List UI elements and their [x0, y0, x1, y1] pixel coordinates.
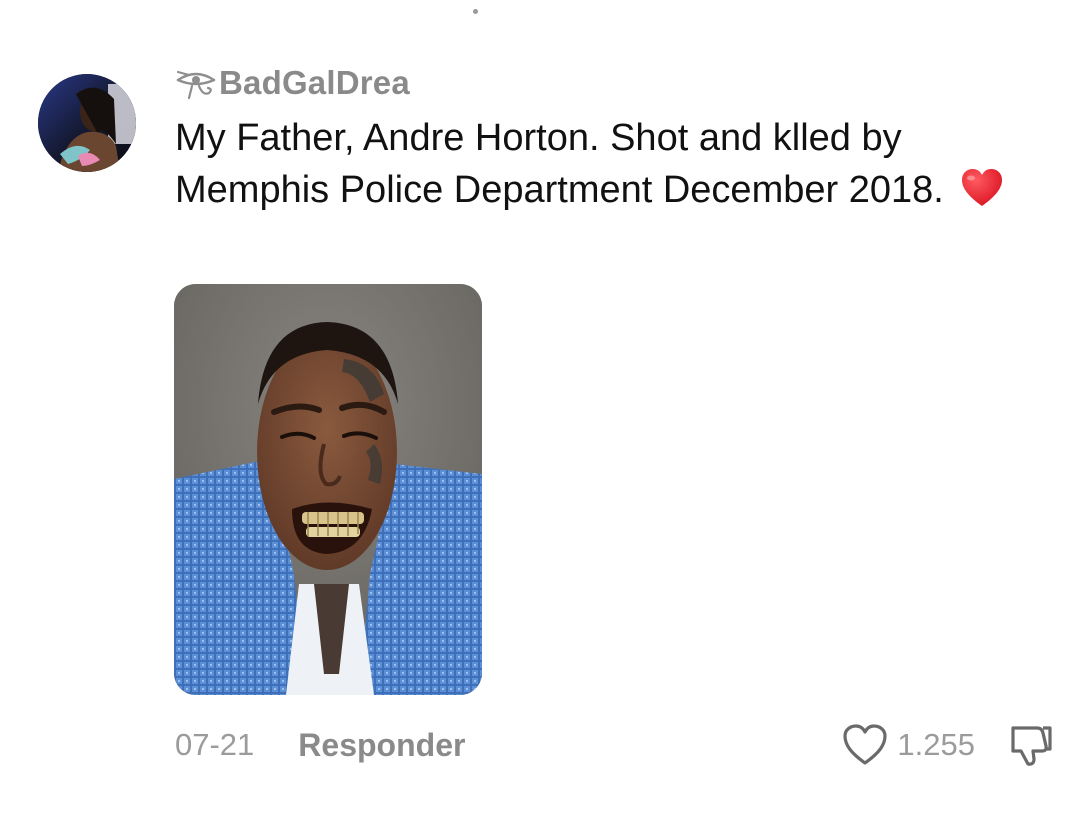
- comment-text: My Father, Andre Horton. Shot and klled …: [175, 112, 1035, 216]
- username[interactable]: BadGalDrea: [219, 64, 410, 102]
- red-heart-emoji-icon: [960, 168, 1004, 208]
- comment-screen: BadGalDrea My Father, Andre Horton. Shot…: [0, 0, 1080, 820]
- comment-date: 07-21: [175, 727, 255, 762]
- like-count: 1.255: [897, 727, 975, 762]
- attached-photo[interactable]: [174, 284, 482, 695]
- photo-image: [174, 284, 482, 695]
- comment-body: BadGalDrea My Father, Andre Horton. Shot…: [175, 62, 1055, 216]
- username-row[interactable]: BadGalDrea: [175, 62, 1055, 104]
- like-button[interactable]: 1.255: [841, 722, 975, 768]
- eye-of-horus-icon: [175, 66, 217, 100]
- comment-footer: 07-21 Responder 1.255: [175, 722, 1055, 768]
- scroll-indicator-dot: [473, 9, 478, 14]
- reply-button[interactable]: Responder: [298, 727, 465, 764]
- thumbs-down-icon: [1011, 726, 1052, 766]
- comment-text-content: My Father, Andre Horton. Shot and klled …: [175, 117, 944, 211]
- heart-outline-icon: [841, 722, 889, 768]
- avatar[interactable]: [38, 74, 136, 172]
- dislike-button[interactable]: [1005, 720, 1055, 770]
- avatar-image: [38, 74, 136, 172]
